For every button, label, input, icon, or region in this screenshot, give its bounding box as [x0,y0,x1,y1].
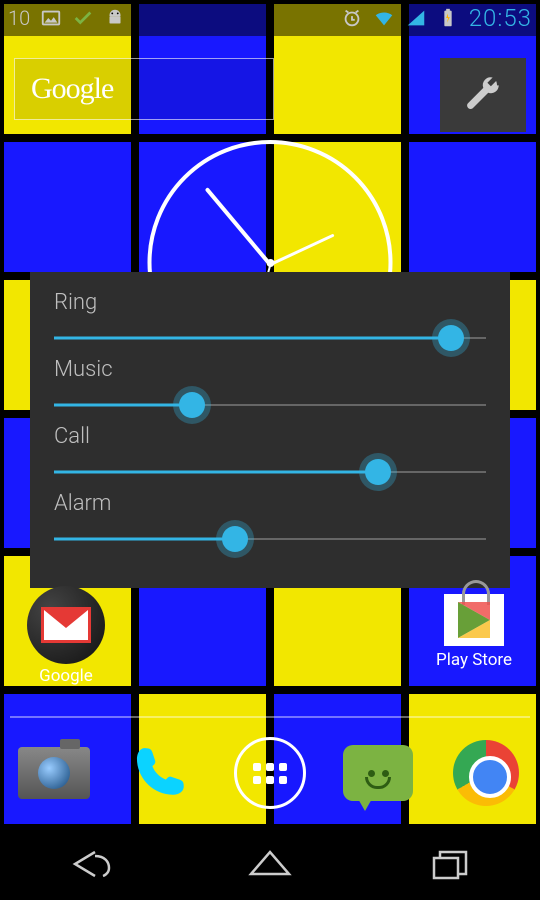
play-store-icon [444,594,504,646]
camera-icon [18,747,90,799]
apps-drawer-button[interactable] [230,733,310,813]
settings-shortcut-widget[interactable] [440,58,526,132]
volume-control-widget: Ring Music Call Alarm [30,272,510,588]
picture-icon [40,7,62,29]
messaging-icon [343,745,413,801]
volume-row-music: Music [54,357,486,420]
home-button[interactable] [210,834,330,894]
folder-icon [27,586,105,664]
volume-row-call: Call [54,424,486,487]
volume-row-alarm: Alarm [54,491,486,554]
navigation-bar [0,828,540,900]
status-time: 20:53 [469,4,532,32]
google-search-label: Google [31,72,113,106]
camera-app[interactable] [14,733,94,813]
android-icon [104,7,126,29]
signal-icon [405,7,427,29]
phone-app[interactable] [122,733,202,813]
messaging-app[interactable] [338,733,418,813]
home-icon [245,844,295,884]
check-icon [72,7,94,29]
back-icon [65,844,115,884]
call-volume-slider[interactable] [54,457,486,487]
dock [0,728,540,818]
back-button[interactable] [30,834,150,894]
status-bar[interactable]: 10 20:53 [0,0,540,36]
google-folder[interactable]: Google [16,586,116,686]
clock-hour-hand [269,233,334,265]
recents-icon [426,844,474,884]
app-label: Play Store [424,650,524,670]
chrome-icon [453,740,519,806]
volume-label: Call [54,424,486,449]
recents-button[interactable] [390,834,510,894]
volume-label: Alarm [54,491,486,516]
dock-divider [10,716,530,718]
phone-icon [129,740,195,806]
volume-label: Ring [54,290,486,315]
google-search-widget[interactable]: Google [14,58,274,120]
clock-minute-hand [204,187,271,266]
play-store-app[interactable]: Play Store [424,586,524,670]
notification-count: 10 [8,6,30,30]
wifi-icon [373,7,395,29]
ring-volume-slider[interactable] [54,323,486,353]
volume-row-ring: Ring [54,290,486,353]
alarm-volume-slider[interactable] [54,524,486,554]
volume-label: Music [54,357,486,382]
music-volume-slider[interactable] [54,390,486,420]
alarm-icon [341,7,363,29]
chrome-app[interactable] [446,733,526,813]
app-label: Google [16,666,116,686]
wrench-icon [462,74,504,116]
battery-charging-icon [437,7,459,29]
apps-icon [234,737,306,809]
